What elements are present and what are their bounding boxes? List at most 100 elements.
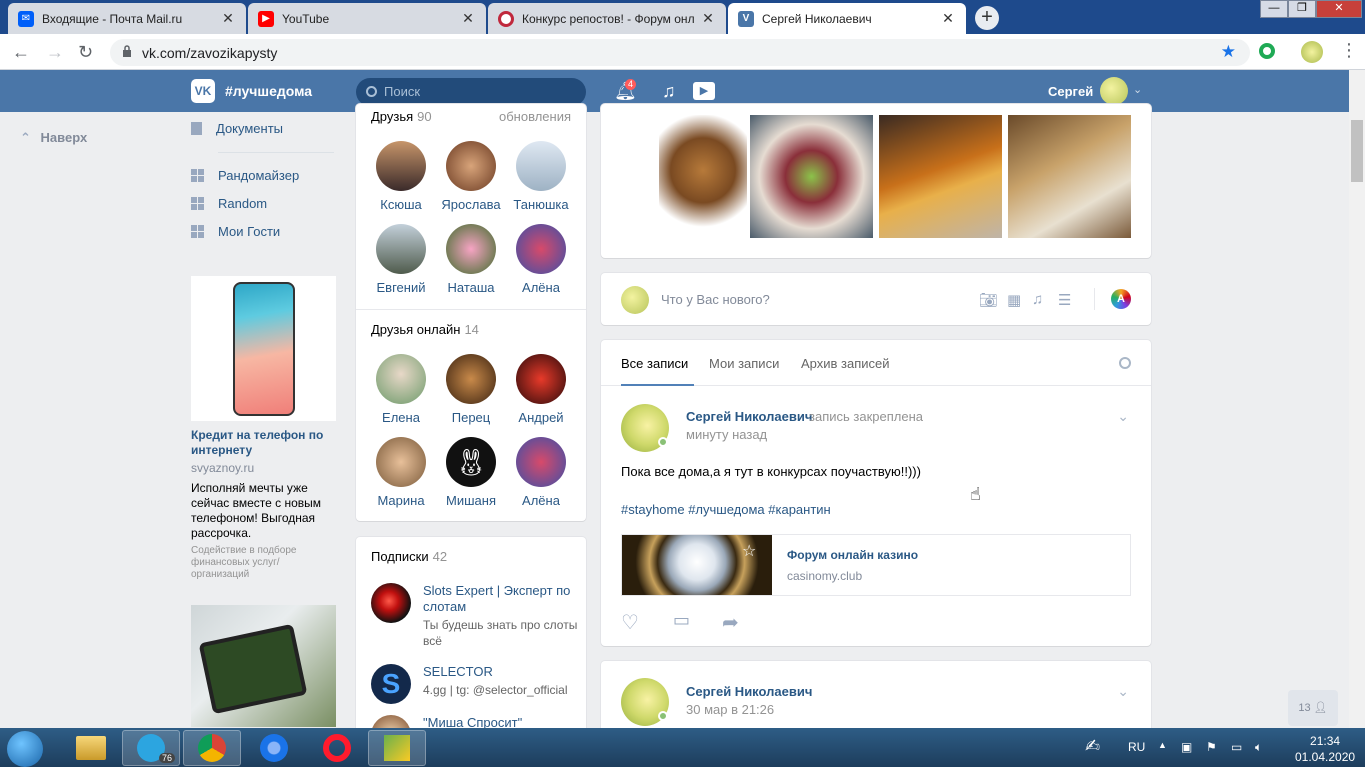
- flag-icon[interactable]: ⚑: [1206, 740, 1217, 754]
- chevron-down-icon[interactable]: ⌄: [1117, 683, 1129, 700]
- taskbar-chromium[interactable]: [245, 730, 303, 766]
- user-name[interactable]: Сергей: [1048, 84, 1093, 99]
- online-friend-item[interactable]: Перец: [436, 354, 506, 425]
- online-friends-header[interactable]: Друзья онлайн 14: [371, 322, 479, 337]
- subscription-item[interactable]: Slots Expert | Эксперт по слотам Ты буде…: [371, 583, 581, 649]
- subscriptions-header[interactable]: Подписки 42: [371, 549, 447, 564]
- camera-icon[interactable]: 📷︎: [979, 291, 998, 309]
- text-format-icon[interactable]: ☰: [1058, 291, 1071, 309]
- browser-tab-vk[interactable]: V Сергей Николаевич ✕: [728, 3, 966, 34]
- back-arrow-icon[interactable]: ←: [12, 42, 30, 63]
- photo-butterfly[interactable]: [750, 115, 873, 238]
- pen-icon[interactable]: ✍: [1085, 736, 1100, 757]
- close-icon[interactable]: ✕: [940, 10, 956, 27]
- subscription-item[interactable]: S SELECTOR 4.gg | tg: @selector_official: [371, 664, 581, 704]
- post-link-attachment[interactable]: ☆ Форум онлайн казино casinomy.club: [621, 534, 1131, 596]
- taskbar-telegram[interactable]: 76: [122, 730, 180, 766]
- tray-expand-icon[interactable]: ▲: [1158, 740, 1167, 750]
- chevron-down-icon[interactable]: ⌄: [1133, 83, 1142, 96]
- post-time[interactable]: минуту назад: [686, 427, 767, 442]
- tab-my-posts[interactable]: Мои записи: [709, 356, 779, 371]
- composer-input[interactable]: Что у Вас нового?: [661, 292, 770, 307]
- taskbar-app[interactable]: [368, 730, 426, 766]
- music-icon[interactable]: ♫: [662, 81, 676, 102]
- ad-image-tablet[interactable]: [191, 605, 336, 727]
- sidebar-item-guests[interactable]: Мои Гости: [191, 220, 280, 242]
- friend-item[interactable]: Наташа: [436, 224, 506, 295]
- like-icon[interactable]: ♡: [621, 610, 639, 635]
- close-icon[interactable]: ✕: [460, 10, 476, 27]
- taskbar-chrome[interactable]: [183, 730, 241, 766]
- reload-icon[interactable]: ↻: [78, 42, 93, 63]
- online-friend-item[interactable]: Андрей: [506, 354, 576, 425]
- vk-logo[interactable]: VK: [191, 79, 215, 103]
- start-button[interactable]: [7, 731, 43, 767]
- extension-icon[interactable]: [1259, 43, 1275, 59]
- sidebar-item-randomizer[interactable]: Рандомайзер: [191, 164, 299, 186]
- language-indicator[interactable]: RU: [1128, 740, 1145, 754]
- ad-image[interactable]: [191, 276, 336, 421]
- post-time[interactable]: 30 мар в 21:26: [686, 702, 774, 717]
- online-friend-item[interactable]: Елена: [366, 354, 436, 425]
- minimize-button[interactable]: —: [1260, 0, 1288, 18]
- bookmark-star-icon[interactable]: ★: [1221, 42, 1236, 62]
- scrollbar-thumb[interactable]: [1351, 120, 1363, 182]
- close-icon[interactable]: ✕: [220, 10, 236, 27]
- taskbar-explorer[interactable]: [62, 730, 120, 766]
- menu-dots-icon[interactable]: ⋮: [1340, 40, 1358, 61]
- ad-title[interactable]: Кредит на телефон по интернету: [191, 428, 336, 458]
- forward-arrow-icon[interactable]: →: [46, 42, 64, 63]
- sidebar-item-random[interactable]: Random: [191, 192, 267, 214]
- online-friend-item[interactable]: Алёна: [506, 437, 576, 508]
- search-icon[interactable]: [1119, 357, 1131, 369]
- comment-icon[interactable]: ▭: [673, 610, 690, 631]
- friend-item[interactable]: Танюшка: [506, 141, 576, 212]
- browser-tab-forum[interactable]: Конкурс репостов! - Форум онл ✕: [488, 3, 726, 34]
- search-input[interactable]: Поиск: [356, 78, 586, 106]
- tab-all-posts[interactable]: Все записи: [621, 356, 688, 371]
- music-icon[interactable]: ♫: [1032, 291, 1043, 308]
- post-author-name[interactable]: Сергей Николаевич: [686, 684, 812, 699]
- new-tab-button[interactable]: +: [975, 6, 999, 30]
- scroll-to-top-button[interactable]: ⌃ Наверх: [20, 130, 87, 146]
- maximize-button[interactable]: ❐: [1288, 0, 1316, 18]
- tab-archive[interactable]: Архив записей: [801, 356, 890, 371]
- windows-taskbar: 76 ✍ RU ▲ ▣ ⚑ ▭ 🔈︎ 21:34 01.04.2020: [0, 728, 1365, 767]
- ad-block[interactable]: Кредит на телефон по интернету svyaznoy.…: [191, 276, 336, 581]
- online-friend-item[interactable]: 🐰︎ Мишаня: [436, 437, 506, 508]
- profile-avatar[interactable]: [1301, 41, 1323, 63]
- page-scrollbar[interactable]: [1349, 70, 1365, 728]
- video-icon[interactable]: ▶: [693, 82, 715, 100]
- volume-icon[interactable]: 🔈︎: [1255, 740, 1262, 755]
- film-icon[interactable]: ▦: [1007, 291, 1021, 309]
- sidebar-item-documents[interactable]: Документы: [191, 117, 283, 139]
- monitor-icon[interactable]: ▭: [1231, 740, 1242, 754]
- friend-item[interactable]: Ярослава: [436, 141, 506, 212]
- online-friend-item[interactable]: Марина: [366, 437, 436, 508]
- photo-carving[interactable]: [879, 115, 1002, 238]
- ai-assistant-icon[interactable]: A: [1111, 289, 1131, 309]
- url-field[interactable]: vk.com/zavozikapysty ★: [110, 39, 1250, 66]
- friend-item[interactable]: Евгений: [366, 224, 436, 295]
- chevron-down-icon[interactable]: ⌄: [1117, 408, 1129, 425]
- photo-table[interactable]: [1008, 115, 1131, 238]
- friends-updates-link[interactable]: обновления: [499, 109, 571, 124]
- vk-brand-hashtag[interactable]: #лучшедома: [225, 83, 312, 99]
- user-avatar[interactable]: [1100, 77, 1128, 105]
- system-clock[interactable]: 21:34 01.04.2020: [1295, 733, 1355, 765]
- post-hashtags[interactable]: #stayhome #лучшедома #карантин: [621, 502, 831, 517]
- taskbar-opera[interactable]: [308, 730, 366, 766]
- post-author-name[interactable]: Сергей Николаевич: [686, 409, 812, 424]
- friend-item[interactable]: Алёна: [506, 224, 576, 295]
- star-icon[interactable]: ☆: [742, 541, 756, 561]
- close-icon[interactable]: ✕: [700, 10, 716, 27]
- browser-tab-youtube[interactable]: ▶ YouTube ✕: [248, 3, 486, 34]
- online-counter-button[interactable]: 13 👤︎: [1288, 690, 1338, 726]
- browser-tab-mail[interactable]: ✉ Входящие - Почта Mail.ru ✕: [8, 3, 246, 34]
- photo-owl[interactable]: [659, 115, 747, 238]
- network-icon[interactable]: ▣: [1181, 740, 1192, 754]
- close-window-button[interactable]: ✕: [1316, 0, 1362, 18]
- friend-item[interactable]: Ксюша: [366, 141, 436, 212]
- share-icon[interactable]: ➦: [722, 610, 739, 635]
- friends-header[interactable]: Друзья 90: [371, 109, 432, 124]
